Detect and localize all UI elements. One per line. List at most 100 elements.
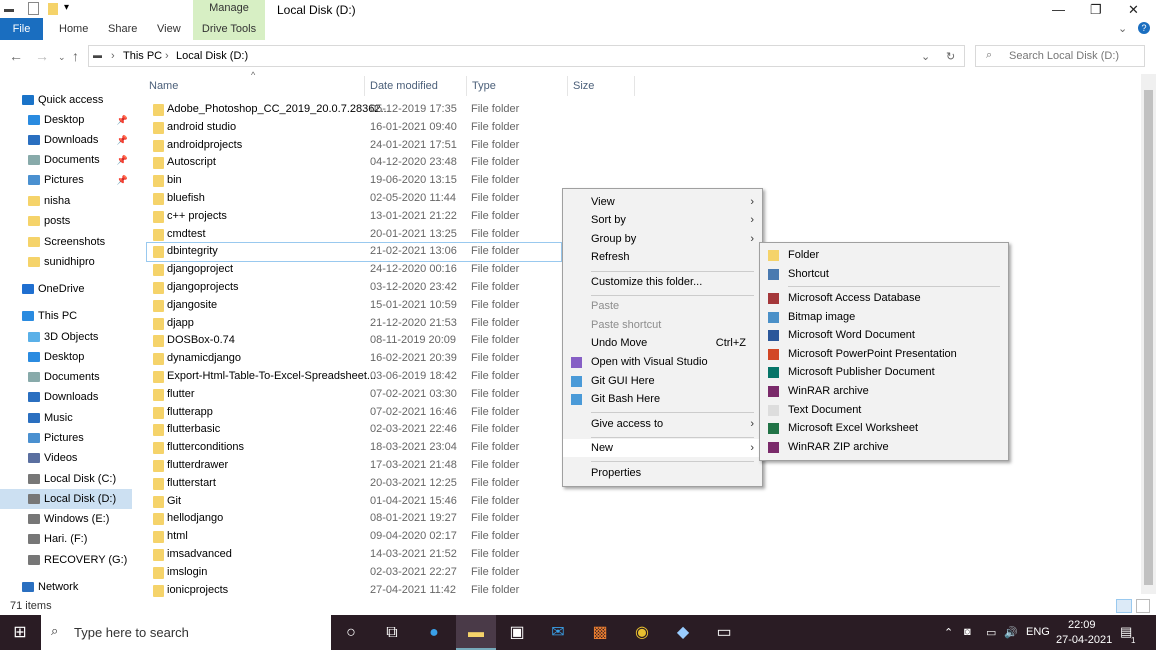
show-hidden-icons[interactable]: ⌃	[944, 626, 953, 639]
new-submenu-item[interactable]: Shortcut	[760, 265, 1008, 283]
file-row[interactable]: DOSBox-0.74 08-11-2019 20:09 File folder	[147, 332, 561, 350]
meet-now-icon[interactable]: ◙	[964, 626, 971, 638]
context-menu-item[interactable]: Open with Visual Studio	[563, 353, 762, 371]
context-menu-item[interactable]: Git Bash Here	[563, 390, 762, 408]
customize-toolbar-icon[interactable]: ▾	[64, 2, 69, 13]
battery-icon[interactable]: ▭	[986, 626, 996, 639]
manage-tab[interactable]: Manage Drive Tools	[193, 0, 265, 40]
context-menu-item[interactable]: View ›	[563, 193, 762, 211]
close-button[interactable]: ✕	[1128, 2, 1139, 18]
context-menu-item[interactable]: Paste	[563, 297, 762, 315]
sidebar-item[interactable]: Network	[0, 577, 132, 597]
context-menu-item[interactable]: Refresh	[563, 248, 762, 266]
column-divider[interactable]	[364, 76, 365, 96]
recent-locations-icon[interactable]: ⌄	[58, 52, 66, 63]
column-divider[interactable]	[634, 76, 635, 96]
context-menu-item[interactable]: New ›	[563, 439, 762, 457]
file-row[interactable]: c++ projects 13-01-2021 21:22 File folder	[147, 208, 561, 226]
context-menu-item[interactable]: Properties	[563, 464, 762, 482]
file-row[interactable]: bin 19-06-2020 13:15 File folder	[147, 172, 561, 190]
sidebar-item[interactable]: Local Disk (D:)	[0, 489, 132, 509]
back-button[interactable]: ←	[9, 48, 23, 64]
file-row[interactable]: android studio 16-01-2021 09:40 File folde…	[147, 119, 561, 137]
volume-icon[interactable]: 🔊	[1004, 626, 1018, 639]
app-icon[interactable]: ◆	[663, 615, 703, 650]
context-menu-item[interactable]: Git GUI Here	[563, 372, 762, 390]
file-row[interactable]: djangoprojects 03-12-2020 23:42 File folde…	[147, 279, 561, 297]
sidebar-item[interactable]: Pictures	[0, 428, 132, 448]
address-dropdown-icon[interactable]: ⌄	[921, 50, 930, 63]
sidebar-item[interactable]: sunidhipro	[0, 252, 132, 272]
scrollbar-thumb[interactable]	[1144, 90, 1153, 585]
file-row[interactable]: Autoscript 04-12-2020 23:48 File folder	[147, 154, 561, 172]
sidebar-item[interactable]: OneDrive	[0, 279, 132, 299]
file-row[interactable]: flutterapp 07-02-2021 16:46 File folder	[147, 404, 561, 422]
file-row[interactable]: Git 01-04-2021 15:46 File folder	[147, 493, 561, 511]
terminal-icon[interactable]: ▭	[704, 615, 744, 650]
xampp-icon[interactable]: ▩	[580, 615, 620, 650]
start-button[interactable]: ⊞	[0, 615, 40, 650]
minimize-button[interactable]: —	[1052, 2, 1065, 17]
context-menu-item[interactable]: Give access to ›	[563, 415, 762, 433]
context-menu-item[interactable]: Sort by ›	[563, 211, 762, 229]
clock-time[interactable]: 22:09	[1068, 619, 1096, 631]
new-submenu-item[interactable]: Folder	[760, 246, 1008, 264]
file-row[interactable]: djapp 21-12-2020 21:53 File folder	[147, 315, 561, 333]
refresh-icon[interactable]: ↻	[946, 50, 955, 63]
breadcrumb-this-pc[interactable]: This PC	[123, 50, 162, 62]
file-row[interactable]: flutterbasic 02-03-2021 22:46 File folder	[147, 421, 561, 439]
column-header-size[interactable]: Size	[573, 80, 594, 92]
sidebar-item[interactable]: Downloads 📌	[0, 130, 132, 150]
task-view-icon[interactable]: ⧉	[372, 615, 412, 650]
new-submenu-item[interactable]: WinRAR archive	[760, 382, 1008, 400]
new-submenu-item[interactable]: WinRAR ZIP archive	[760, 438, 1008, 456]
sidebar-item[interactable]: posts	[0, 211, 132, 231]
file-explorer-icon[interactable]: ▬	[456, 615, 496, 650]
new-submenu-item[interactable]: Microsoft Word Document	[760, 326, 1008, 344]
file-row[interactable]: flutterconditions 18-03-2021 23:04 File fo…	[147, 439, 561, 457]
clock-date[interactable]: 27-04-2021	[1056, 634, 1112, 646]
sidebar-item[interactable]: Music	[0, 408, 132, 428]
expand-ribbon-icon[interactable]: ⌄	[1118, 22, 1127, 35]
properties-icon[interactable]	[28, 2, 39, 15]
column-divider[interactable]	[567, 76, 568, 96]
store-icon[interactable]: ▣	[497, 615, 537, 650]
sidebar-item[interactable]: Quick access	[0, 90, 132, 110]
file-row[interactable]: hellodjango 08-01-2021 19:27 File folder	[147, 510, 561, 528]
sidebar-item[interactable]: Pictures 📌	[0, 170, 132, 190]
tab-home[interactable]: Home	[59, 23, 88, 35]
new-submenu-item[interactable]: Microsoft Access Database	[760, 289, 1008, 307]
new-submenu-item[interactable]: Bitmap image	[760, 308, 1008, 326]
context-menu-item[interactable]: Undo Move Ctrl+Z	[563, 334, 762, 352]
sidebar-item[interactable]: Documents	[0, 367, 132, 387]
file-row[interactable]: Adobe_Photoshop_CC_2019_20.0.7.28362... 0…	[147, 101, 561, 119]
edge-icon[interactable]: ●	[414, 615, 454, 650]
search-box[interactable]: ⌕ Search Local Disk (D:)	[975, 45, 1145, 67]
file-row[interactable]: djangoproject 24-12-2020 00:16 File folder	[147, 261, 561, 279]
up-button[interactable]: ↑	[72, 48, 79, 64]
sidebar-item[interactable]: Videos	[0, 448, 132, 468]
chrome-icon[interactable]: ◉	[622, 615, 662, 650]
file-row[interactable]: ionicprojects 27-04-2021 11:42 File folder	[147, 582, 561, 600]
file-row[interactable]: flutter 07-02-2021 03:30 File folder	[147, 386, 561, 404]
sidebar-item[interactable]: Screenshots	[0, 232, 132, 252]
sidebar-item[interactable]: RECOVERY (G:)	[0, 550, 132, 570]
file-row[interactable]: dynamicdjango 16-02-2021 20:39 File folder	[147, 350, 561, 368]
new-submenu-item[interactable]: Microsoft Excel Worksheet	[760, 419, 1008, 437]
sidebar-item[interactable]: Desktop 📌	[0, 110, 132, 130]
sidebar-item[interactable]: Desktop	[0, 347, 132, 367]
breadcrumb-local-disk[interactable]: Local Disk (D:)	[176, 50, 248, 62]
context-menu-item[interactable]: Group by ›	[563, 230, 762, 248]
column-header-type[interactable]: Type	[472, 80, 496, 92]
forward-button[interactable]: →	[35, 48, 49, 64]
sidebar-item[interactable]: nisha	[0, 191, 132, 211]
file-row[interactable]: bluefish 02-05-2020 11:44 File folder	[147, 190, 561, 208]
tab-view[interactable]: View	[157, 23, 181, 35]
column-header-date[interactable]: Date modified	[370, 80, 438, 92]
file-row[interactable]: Export-Html-Table-To-Excel-Spreadsheet..…	[147, 368, 561, 386]
help-icon[interactable]: ?	[1138, 22, 1150, 34]
file-row[interactable]: html 09-04-2020 02:17 File folder	[147, 528, 561, 546]
new-submenu-item[interactable]: Microsoft Publisher Document	[760, 363, 1008, 381]
restore-button[interactable]: ❐	[1090, 2, 1102, 18]
file-row[interactable]: djangosite 15-01-2021 10:59 File folder	[147, 297, 561, 315]
